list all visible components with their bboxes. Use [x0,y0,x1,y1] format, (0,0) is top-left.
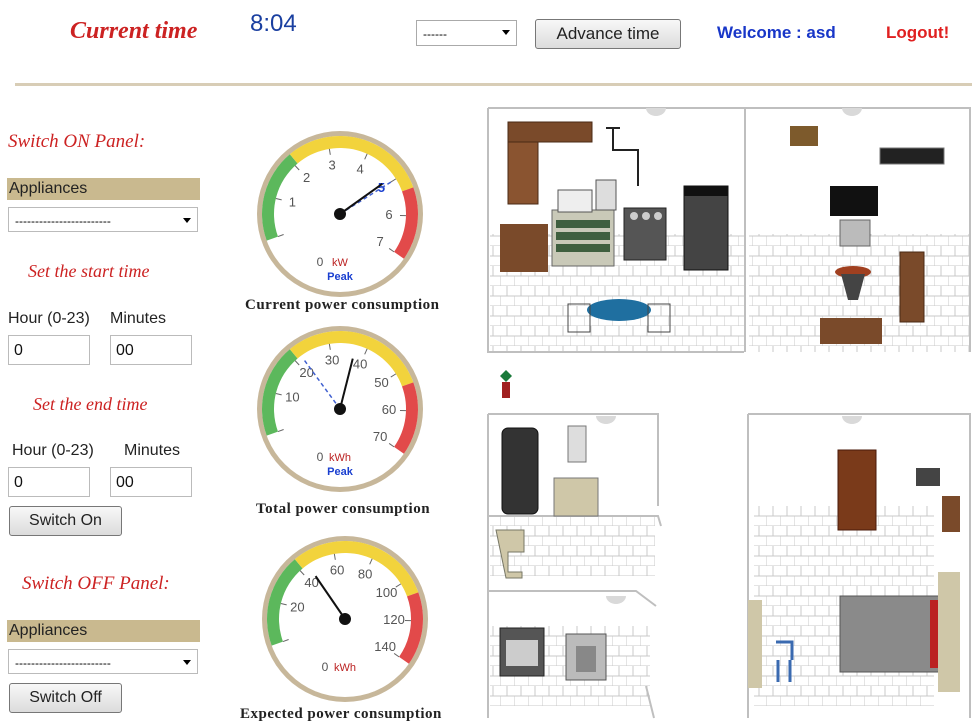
on-appliance-select[interactable]: ------------------------ [8,207,198,232]
gauge-unit-label: kWh [334,662,356,674]
tv-stand [820,318,882,344]
start-hour-input[interactable]: 0 [8,335,90,365]
clock-display: 8:04 [250,10,297,38]
gauge-zero-label: 0 [317,255,324,269]
dishwasher-icon[interactable] [552,210,614,266]
gauge-tick-label: 30 [325,353,339,368]
gauge-peak-label: Peak [327,271,354,283]
switch-off-heading: Switch OFF Panel: [22,573,170,595]
expected-power-gauge: 204060801001201400kWh [253,535,437,705]
gauge-zero-label: 0 [322,660,329,674]
switch-off-button[interactable]: Switch Off [9,683,122,713]
gauge-tick-label: 40 [353,356,367,371]
start-time-heading: Set the start time [28,261,149,282]
microwave-icon[interactable] [558,190,592,212]
gauge-tick-label: 4 [357,161,364,176]
painting-icon [790,126,818,146]
logout-link[interactable]: Logout! [886,23,949,43]
gauge-tick-label: 60 [382,402,396,417]
on-appliance-value: ------------------------ [15,214,111,228]
switch-on-heading: Switch ON Panel: [8,131,145,153]
shelf-icon [938,572,960,692]
coffee-maker-icon[interactable] [596,180,616,210]
gauge-tick-label: 70 [373,429,387,444]
gauge-tick-label: 50 [374,375,388,390]
welcome-text: Welcome : asd [717,23,836,43]
gauge-tick-label: 1 [289,195,296,210]
off-appliance-select[interactable]: ------------------------ [8,649,198,674]
time-step-value: ------ [423,27,447,41]
gauge-tick-label: 3 [328,158,335,173]
gauge-tick-label: 10 [285,390,299,405]
chevron-down-icon [183,218,191,223]
stove-icon[interactable] [624,208,666,260]
house-floor-plan[interactable] [486,106,972,720]
bed-icon [840,596,942,672]
switch-on-button[interactable]: Switch On [9,506,122,536]
mirror-icon [568,426,586,462]
expected-power-caption: Expected power consumption [240,706,442,723]
gauge-zero-label: 0 [317,450,324,464]
advance-time-button[interactable]: Advance time [535,19,681,49]
chevron-down-icon [183,660,191,665]
total-power-caption: Total power consumption [256,501,430,518]
gauge-tick-label: 20 [299,365,313,380]
current-time-title: Current time [70,18,197,45]
dresser-icon [748,600,762,688]
end-time-heading: Set the end time [33,394,147,415]
dryer-icon[interactable] [566,634,606,680]
fridge-icon[interactable] [684,186,728,270]
start-hour-label: Hour (0-23) [8,310,90,328]
wardrobe-icon [838,450,876,530]
gauge-tick-label: 80 [358,566,372,581]
gauge-hub [334,208,346,220]
gauge-unit-label: kW [332,257,349,269]
end-hour-input[interactable]: 0 [8,467,90,497]
off-appliance-value: ------------------------ [15,656,111,670]
end-hour-label: Hour (0-23) [12,442,94,460]
gauge-tick-label: 120 [383,612,405,627]
sink-icon [554,478,598,516]
gauge-hub [334,403,346,415]
gauge-hub [339,613,351,625]
gauge-tick-label: 2 [303,170,310,185]
gauge-tick-label: 100 [376,585,398,600]
washing-machine-icon[interactable] [500,628,544,676]
start-minutes-input[interactable]: 00 [110,335,192,365]
time-step-select[interactable]: ------ [416,20,517,46]
cupboard-icon [900,252,924,322]
gauge-tick-label: 60 [330,563,344,578]
off-appliances-label: Appliances [7,620,200,642]
shower-icon[interactable] [502,428,538,514]
gauge-tick-label: 6 [385,207,392,222]
gauge-tick-label: 140 [374,639,396,654]
current-power-gauge: 12345670kWPeak [248,130,432,300]
start-minutes-label: Minutes [110,310,166,328]
gauge-unit-label: kWh [329,452,351,464]
air-conditioner-icon[interactable] [880,148,944,164]
current-power-caption: Current power consumption [245,297,439,314]
total-power-gauge: 1020 30 40 50 60 70 0 kWh Peak [248,325,432,495]
end-minutes-input[interactable]: 00 [110,467,192,497]
gauge-peak-label: Peak [327,466,354,478]
gauge-tick-label: 7 [377,234,384,249]
on-appliances-label: Appliances [7,178,200,200]
end-minutes-label: Minutes [124,442,180,460]
gauge-tick-label: 20 [290,600,304,615]
chevron-down-icon [502,30,510,35]
header-divider [15,83,972,86]
